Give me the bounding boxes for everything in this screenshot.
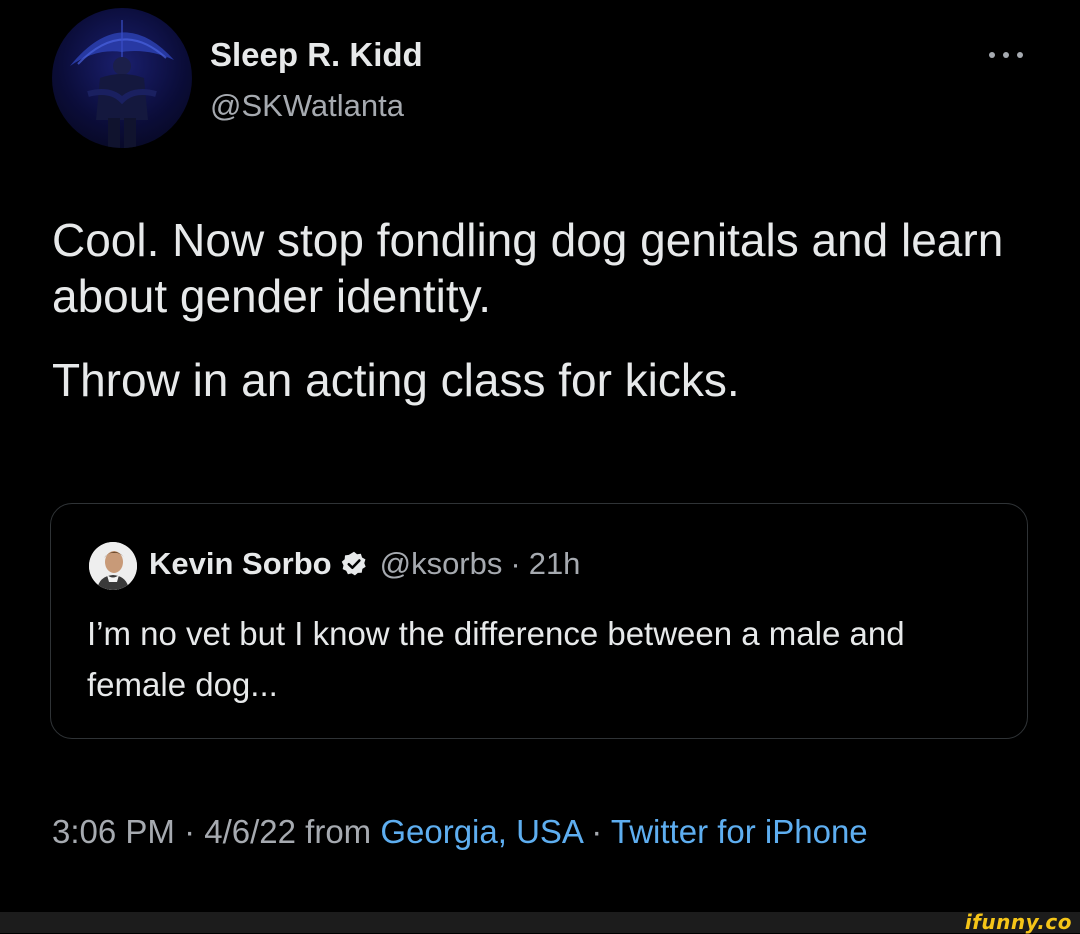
tweet-container: Sleep R. Kidd @SKWatlanta Cool. Now stop… [0,0,1080,912]
more-options-button[interactable] [984,40,1028,70]
ifunny-watermark: ifunny.co [964,910,1072,934]
quoted-tweet-card[interactable]: Kevin Sorbo @ksorbs · 21h I’m no vet but… [50,503,1028,739]
author-handle[interactable]: @SKWatlanta [210,88,404,124]
quote-author-handle[interactable]: @ksorbs [380,546,503,582]
source-link[interactable]: Twitter for iPhone [611,813,868,850]
from-label: from [305,813,372,850]
author-avatar[interactable] [52,8,192,148]
tweet-paragraph: Cool. Now stop fondling dog genitals and… [52,214,1004,322]
watermark-bar: ifunny.co [0,912,1080,933]
location-link[interactable]: Georgia, USA [380,813,582,850]
verified-badge-icon [340,550,368,578]
author-display-name[interactable]: Sleep R. Kidd [210,36,423,74]
tweet-meta: 3:06 PM · 4/6/22 from Georgia, USA · Twi… [52,806,1012,858]
separator-dot: · [591,813,603,850]
quote-author-avatar[interactable] [89,542,137,590]
separator-dot: · [510,546,521,581]
profile-photo-icon [89,542,137,590]
tweet-date[interactable]: 4/6/22 [204,813,296,850]
quote-body: I’m no vet but I know the difference bet… [87,615,905,703]
profile-photo-icon [70,20,174,148]
quote-header: Kevin Sorbo @ksorbs · 21h [149,546,580,582]
ellipsis-icon [989,52,1023,58]
quote-author-name[interactable]: Kevin Sorbo [149,546,332,582]
quote-timestamp[interactable]: 21h [529,546,581,582]
separator-dot: · [184,813,196,850]
tweet-paragraph: Throw in an acting class for kicks. [52,354,740,406]
tweet-time[interactable]: 3:06 PM [52,813,175,850]
tweet-body: Cool. Now stop fondling dog genitals and… [52,212,1032,408]
